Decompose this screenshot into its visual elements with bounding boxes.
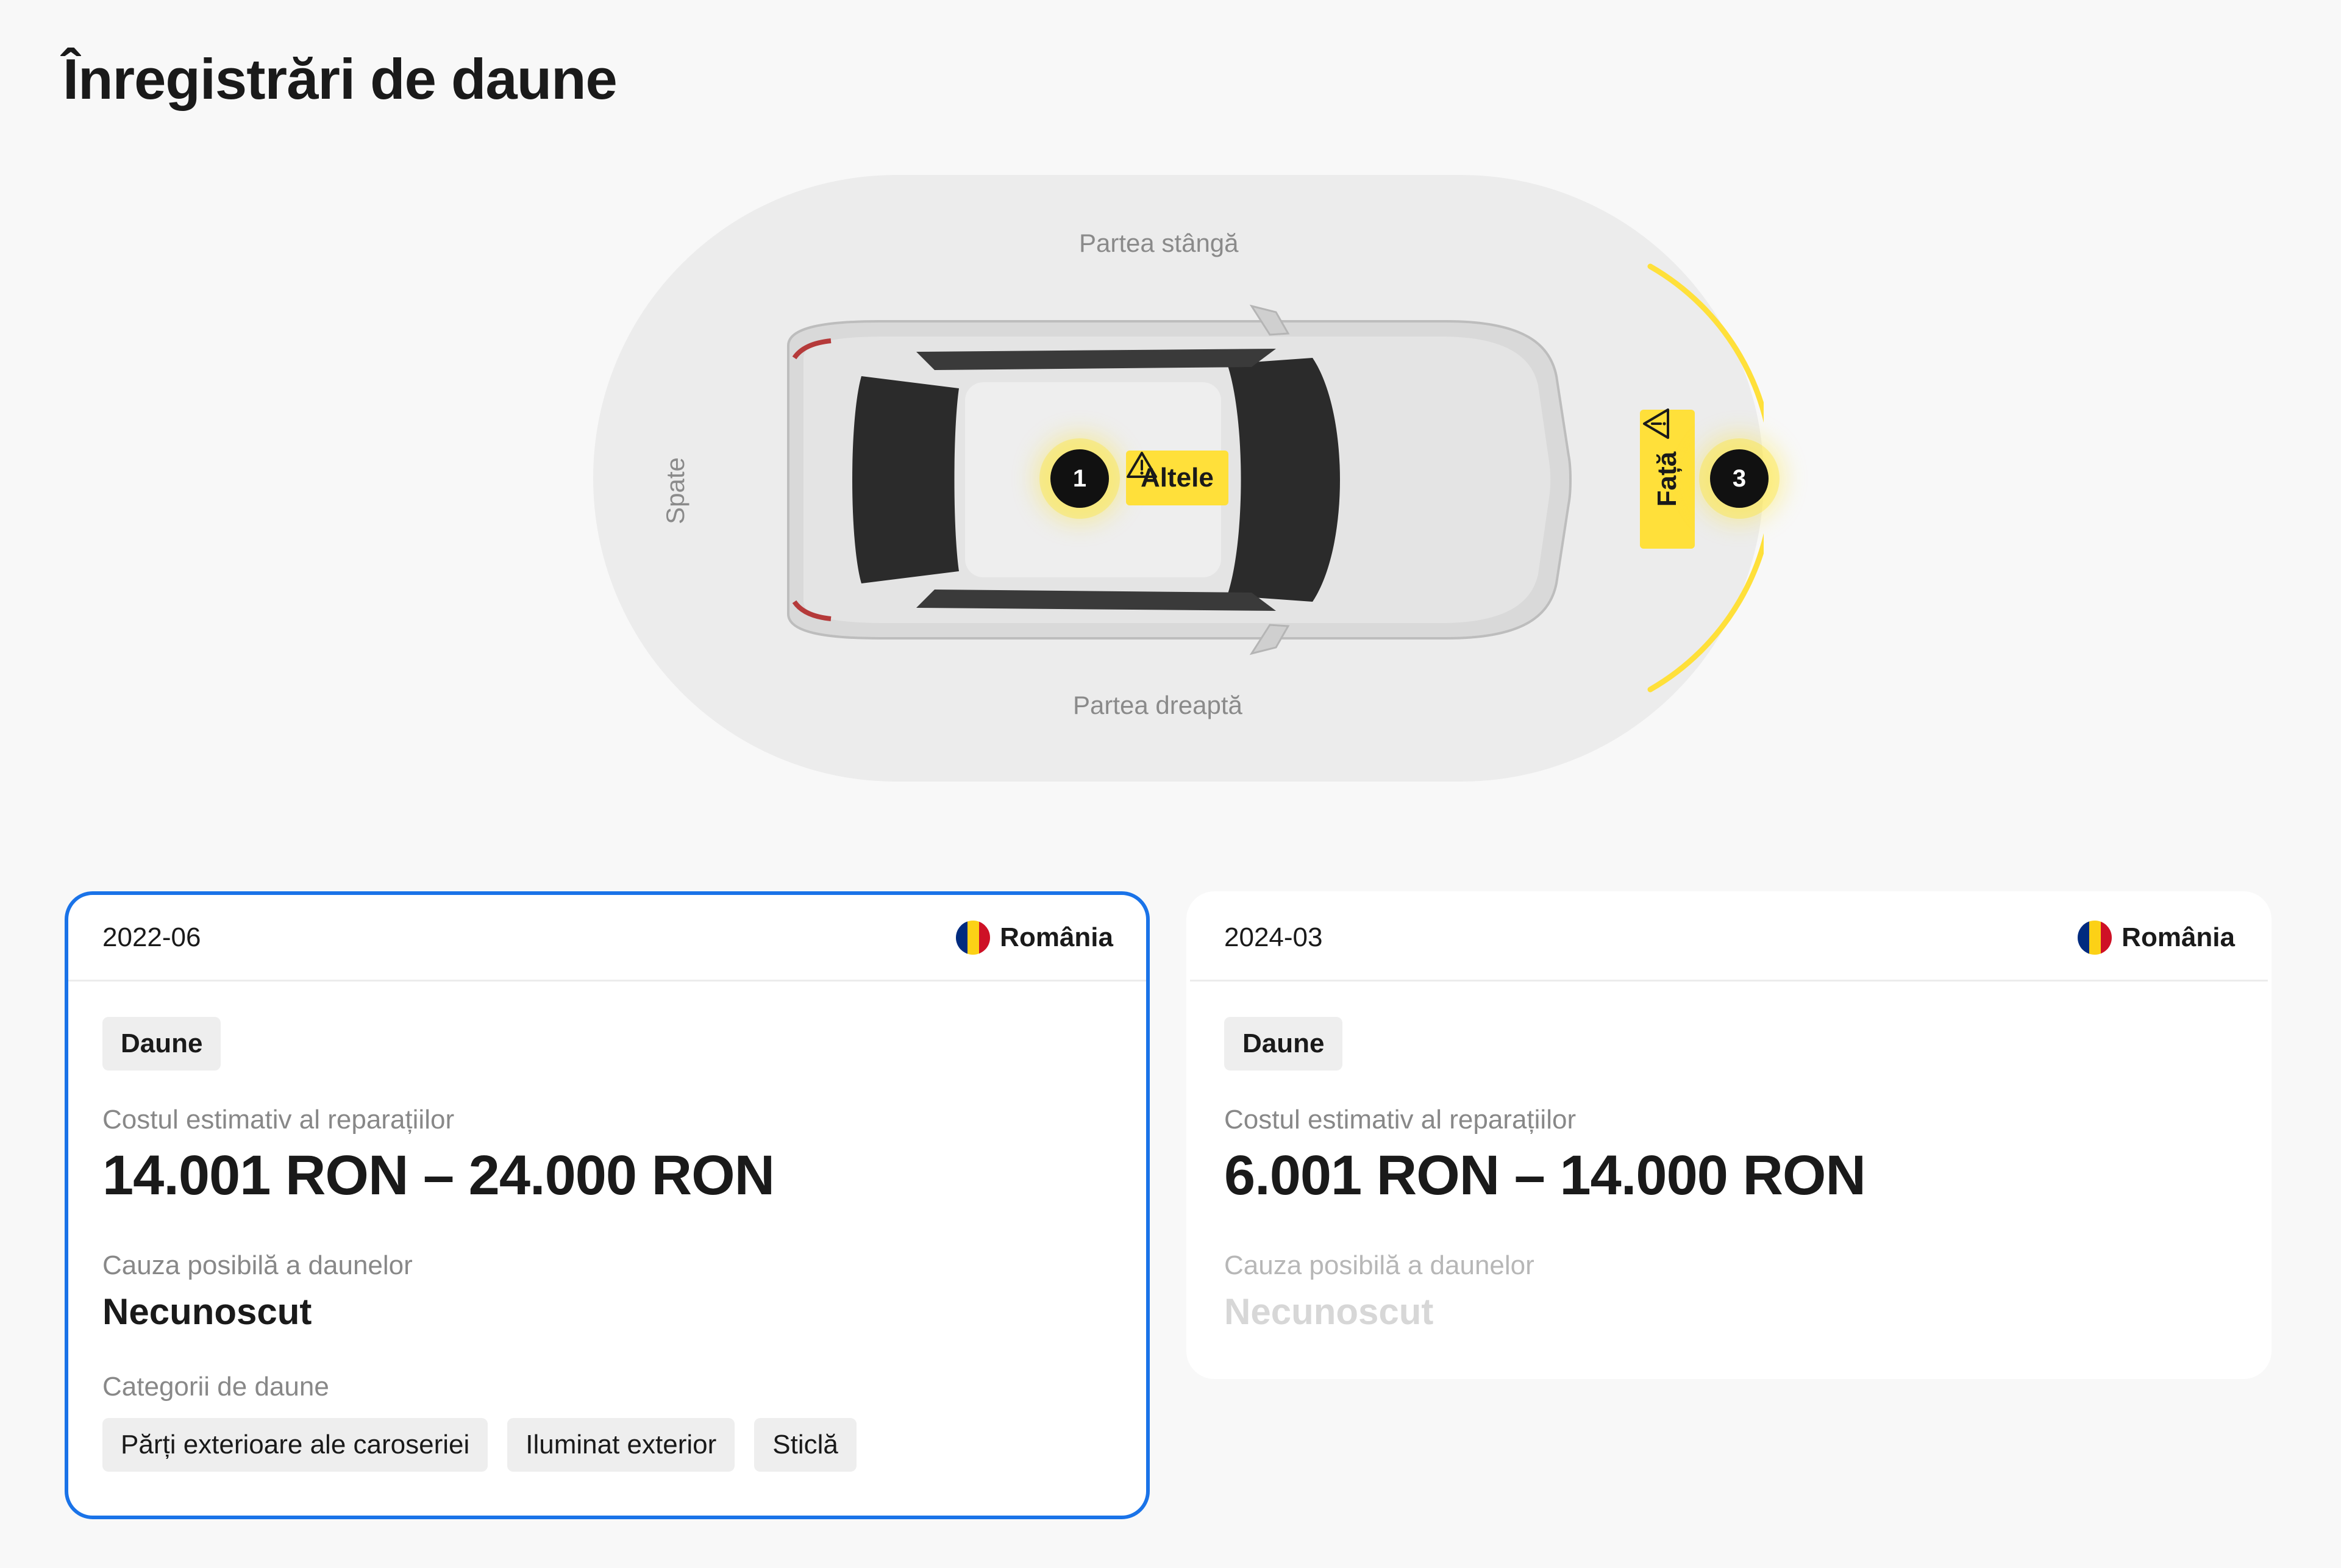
zone-label-left-side: Partea stângă: [1079, 229, 1239, 257]
damage-marker-3[interactable]: 3: [1710, 449, 1769, 508]
zone-label-rear: Spate: [660, 457, 689, 524]
warning-icon: [1127, 452, 1157, 478]
categories-list: Părți exterioare ale caroseriei Iluminat…: [102, 1418, 1112, 1472]
record-type-badge: Daune: [102, 1017, 221, 1071]
record-date: 2024-03: [1224, 922, 1323, 952]
damage-marker-1[interactable]: 1: [1050, 449, 1109, 508]
record-type-badge: Daune: [1224, 1017, 1343, 1071]
record-date: 2022-06: [102, 922, 201, 952]
damage-tag-label: Față: [1652, 451, 1683, 507]
cost-value: 6.001 RON – 14.000 RON: [1224, 1144, 1866, 1206]
romania-flag-icon: [956, 920, 991, 955]
country-name: România: [2122, 922, 2235, 952]
category-chip: Iluminat exterior: [507, 1418, 735, 1472]
damage-diagram: Partea stângă Partea dreaptă Spate 1 Alt…: [593, 175, 1769, 782]
category-chip: Părți exterioare ale caroseriei: [102, 1418, 488, 1472]
damage-record-card[interactable]: 2022-06 România Daune Costul estimativ a…: [65, 891, 1150, 1519]
damage-tag-altele[interactable]: Altele: [1126, 451, 1228, 505]
page: Înregistrări de daune Partea stângă Part…: [0, 0, 2341, 1568]
page-title: Înregistrări de daune: [63, 47, 618, 111]
zone-label-right-side: Partea dreaptă: [1073, 691, 1242, 719]
cause-value: Necunoscut: [102, 1291, 312, 1332]
cause-label: Cauza posibilă a daunelor: [102, 1250, 413, 1280]
record-country: România: [2078, 920, 2235, 955]
categories-label: Categorii de daune: [102, 1372, 329, 1402]
cost-value: 14.001 RON – 24.000 RON: [102, 1144, 775, 1206]
card-header: 2024-03 România: [1190, 895, 2268, 982]
damage-tag-fata[interactable]: Față: [1640, 408, 1695, 549]
card-body: Daune Costul estimativ al reparațiilor 6…: [1190, 982, 2268, 1333]
damage-record-card[interactable]: 2024-03 România Daune Costul estimativ a…: [1186, 891, 2272, 1379]
warning-icon: [1643, 408, 1669, 439]
record-country: România: [956, 920, 1113, 955]
country-name: România: [1000, 922, 1113, 952]
cost-label: Costul estimativ al reparațiilor: [1224, 1105, 1577, 1135]
category-chip: Sticlă: [754, 1418, 857, 1472]
romania-flag-icon: [2078, 920, 2112, 955]
cost-label: Costul estimativ al reparațiilor: [102, 1105, 455, 1135]
card-header: 2022-06 România: [68, 895, 1146, 982]
card-body: Daune Costul estimativ al reparațiilor 1…: [68, 982, 1146, 1472]
cause-value: Necunoscut: [1224, 1291, 1434, 1332]
cause-label: Cauza posibilă a daunelor: [1224, 1250, 1534, 1280]
